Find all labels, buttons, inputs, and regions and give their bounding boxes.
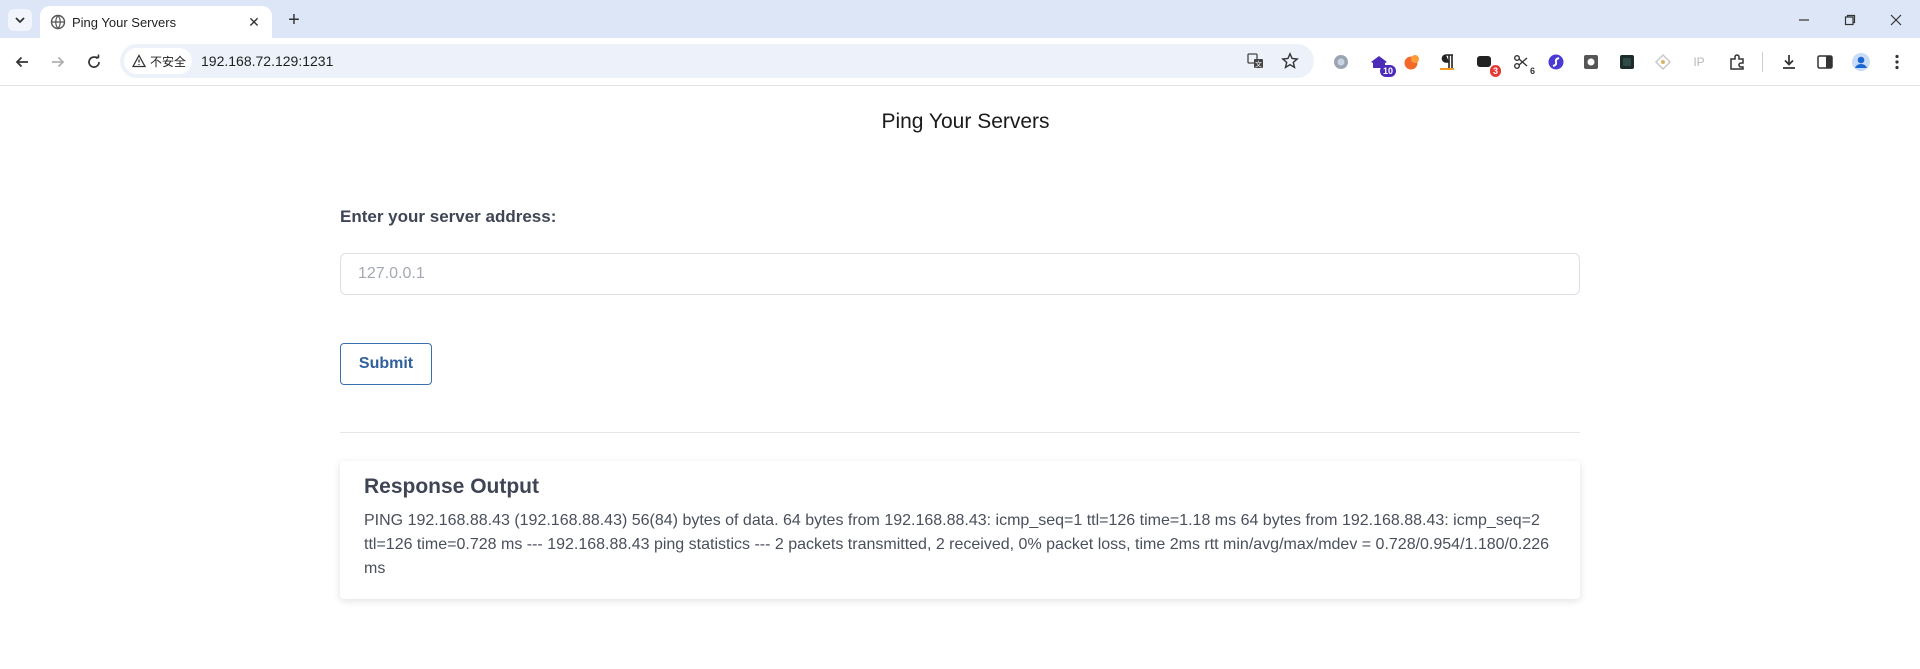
tab-active[interactable]: Ping Your Servers ✕: [40, 6, 272, 39]
arrow-left-icon: [15, 56, 28, 68]
extension-badge: 10: [1379, 65, 1396, 77]
extensions-puzzle-icon[interactable]: [1726, 51, 1748, 73]
reload-button[interactable]: [80, 48, 108, 76]
kebab-menu-icon[interactable]: [1886, 51, 1908, 73]
address-bar[interactable]: 不安全 192.168.72.129:1231 文: [120, 44, 1314, 78]
profile-avatar-icon[interactable]: [1850, 51, 1872, 73]
toolbar-divider: [1762, 52, 1763, 72]
extension-scissors-icon[interactable]: 6: [1510, 51, 1535, 76]
back-button[interactable]: [8, 48, 36, 76]
security-chip[interactable]: 不安全: [124, 48, 192, 74]
close-tab-icon[interactable]: ✕: [244, 12, 264, 32]
minimize-icon: [1799, 19, 1809, 21]
svg-text:文: 文: [1255, 60, 1262, 69]
page-title: Ping Your Servers: [881, 110, 1050, 133]
arrow-right-icon: [52, 56, 65, 68]
extension-gray-circle-icon[interactable]: [1330, 51, 1352, 73]
extension-ip-icon[interactable]: IP: [1688, 51, 1710, 73]
tab-search-button[interactable]: [8, 9, 32, 31]
new-tab-button[interactable]: +: [282, 8, 306, 32]
extension-chat-icon[interactable]: 3: [1473, 51, 1501, 77]
forward-button[interactable]: [44, 48, 72, 76]
close-window-button[interactable]: [1876, 6, 1916, 34]
restore-button[interactable]: [1830, 6, 1870, 34]
extension-blue-swirl-icon[interactable]: [1545, 51, 1567, 73]
ip-label: IP: [1693, 55, 1705, 69]
reload-icon: [88, 54, 100, 68]
globe-icon: [50, 14, 66, 30]
server-address-label: Enter your server address:: [340, 207, 557, 226]
url-text[interactable]: 192.168.72.129:1231: [201, 53, 333, 69]
download-icon[interactable]: [1778, 51, 1800, 73]
extension-orange-blob-icon[interactable]: [1401, 51, 1423, 73]
extension-dark-square-icon[interactable]: [1616, 51, 1638, 73]
response-output-heading: Response Output: [364, 475, 540, 498]
browser-toolbar: 不安全 192.168.72.129:1231 文 10 3 6 IP: [0, 38, 1920, 86]
extension-badge: 3: [1489, 65, 1501, 77]
restore-icon: [1844, 14, 1856, 26]
divider: [340, 432, 1580, 433]
warning-icon: [132, 54, 146, 68]
translate-icon[interactable]: 文: [1246, 51, 1266, 71]
minimize-button[interactable]: [1784, 6, 1824, 34]
extension-pilcrow-icon[interactable]: [1436, 51, 1458, 73]
tab-strip: Ping Your Servers ✕ +: [0, 0, 1920, 39]
server-address-input[interactable]: [340, 253, 1580, 295]
extension-purple-hat-icon[interactable]: 10: [1368, 51, 1396, 77]
extension-camera-icon[interactable]: [1580, 51, 1602, 73]
extension-diamond-icon[interactable]: [1652, 51, 1674, 73]
page-content: Ping Your Servers Enter your server addr…: [0, 87, 1920, 669]
close-icon: [1890, 14, 1902, 26]
tab-title: Ping Your Servers: [72, 15, 177, 30]
chevron-down-icon: [15, 17, 25, 24]
bookmark-star-icon[interactable]: [1280, 51, 1300, 71]
submit-button[interactable]: Submit: [340, 343, 432, 385]
security-label: 不安全: [150, 54, 187, 69]
response-output-card: Response Output PING 192.168.88.43 (192.…: [340, 461, 1580, 599]
side-panel-icon[interactable]: [1814, 51, 1836, 73]
response-output-text: PING 192.168.88.43 (192.168.88.43) 56(84…: [364, 512, 1550, 577]
extension-badge: 6: [1529, 66, 1535, 76]
browser-chrome: Ping Your Servers ✕ + 不安全 192.168.72.129…: [0, 0, 1920, 86]
